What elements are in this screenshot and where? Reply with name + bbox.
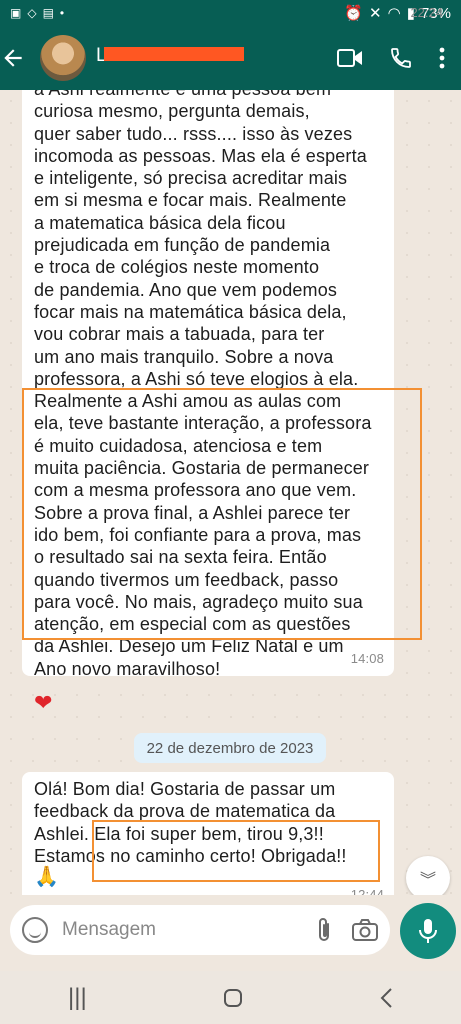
- chevron-double-down-icon: ︾: [419, 872, 436, 889]
- back-nav-button[interactable]: [379, 987, 393, 1009]
- heart-reaction[interactable]: ❤: [34, 690, 52, 716]
- chat-area[interactable]: a Ashi realmente é uma pessoa bem curios…: [0, 90, 461, 895]
- phone-icon[interactable]: [389, 46, 413, 70]
- avatar[interactable]: [40, 35, 86, 81]
- message-input[interactable]: Mensagem: [10, 905, 390, 955]
- date-separator: 22 de dezembro de 2023: [134, 733, 326, 763]
- message-time-2: 12:44: [350, 886, 384, 895]
- home-icon: [223, 988, 242, 1007]
- wifi-icon: ◠: [387, 5, 401, 22]
- home-button[interactable]: [223, 988, 243, 1008]
- chevron-left-icon: [380, 987, 392, 1008]
- camera-icon[interactable]: [352, 919, 378, 941]
- mic-button[interactable]: [400, 903, 456, 959]
- back-button[interactable]: [0, 45, 40, 71]
- notification-icon: ▤: [42, 6, 54, 20]
- emoji-icon[interactable]: [22, 917, 48, 943]
- composer-bar: Mensagem: [0, 895, 461, 971]
- message-time: 14:08: [350, 650, 384, 666]
- redaction-bar: [104, 47, 244, 61]
- recents-button[interactable]: |||: [68, 984, 87, 1012]
- contact-name-area[interactable]: Lina Lemos: [96, 45, 266, 71]
- alarm-icon: ⏰: [344, 5, 364, 22]
- message-placeholder: Mensagem: [62, 919, 156, 940]
- mute-icon: ✕: [369, 5, 382, 22]
- status-time: 22:24: [410, 5, 443, 20]
- more-vert-icon[interactable]: [439, 47, 445, 69]
- scroll-down-button[interactable]: ︾: [406, 856, 450, 895]
- status-icons: ▣ ◇ ▤ •: [10, 6, 64, 20]
- highlight-box-1: [22, 388, 422, 640]
- system-nav-bar: |||: [0, 971, 461, 1024]
- video-call-icon[interactable]: [337, 47, 363, 69]
- pray-reaction[interactable]: 🙏: [34, 866, 59, 888]
- arrow-left-icon: [4, 49, 22, 67]
- shield-icon: ◇: [27, 6, 37, 20]
- mic-icon: [419, 919, 437, 943]
- chat-header: Lina Lemos: [0, 26, 461, 90]
- image-icon: ▣: [10, 6, 22, 20]
- attach-icon[interactable]: [314, 917, 334, 943]
- highlight-box-2: [92, 820, 380, 882]
- status-bar: 22:24 ▣ ◇ ▤ • ⏰ ✕ ◠ ▮ 73%: [0, 0, 461, 26]
- dot-icon: •: [59, 6, 65, 20]
